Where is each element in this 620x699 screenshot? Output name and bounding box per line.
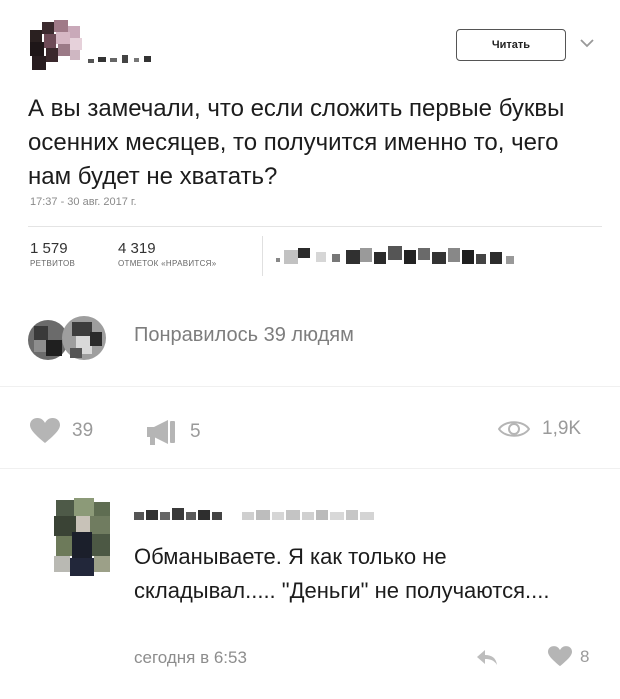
divider (0, 468, 620, 469)
retweet-label: РЕТВИТОВ (30, 259, 76, 268)
share-button[interactable]: 5 (146, 418, 201, 446)
likes-stat[interactable]: 4 319 ОТМЕТОК «НРАВИТСЯ» (118, 240, 216, 268)
comment-text: Обманываете. Я как только не складывал..… (134, 544, 550, 603)
heart-icon (548, 646, 572, 667)
liked-by-avatars[interactable] (28, 312, 110, 364)
views-counter: 1,9K (498, 418, 581, 440)
divider (0, 386, 620, 387)
heart-icon (30, 418, 60, 443)
commenter-avatar[interactable] (50, 498, 114, 576)
chevron-down-icon[interactable] (578, 36, 596, 50)
megaphone-icon (147, 420, 175, 445)
eye-icon (498, 421, 530, 437)
liked-by-text[interactable]: Понравилось 39 людям (134, 324, 354, 347)
comment-like-count: 8 (580, 646, 590, 666)
tweet-timestamp[interactable]: 17:37 - 30 авг. 2017 г. (30, 196, 137, 208)
like-count: 39 (72, 420, 94, 441)
comment-like-button[interactable]: 8 (548, 646, 589, 667)
like-button[interactable]: 39 (30, 418, 93, 444)
tweet-author-avatar[interactable] (30, 20, 86, 72)
retweet-count: 1 579 (30, 240, 68, 257)
tweet-text: А вы замечали, что если сложить первые б… (28, 95, 565, 190)
follow-button[interactable]: Читать (456, 29, 566, 61)
reply-icon[interactable] (476, 648, 498, 666)
likes-label: ОТМЕТОК «НРАВИТСЯ» (118, 259, 217, 268)
commenter-name-blurred[interactable] (134, 506, 394, 524)
tweet-author-name-blurred (88, 55, 151, 63)
views-count: 1,9K (542, 418, 582, 439)
divider (262, 236, 263, 276)
comment-time[interactable]: сегодня в 6:53 (134, 648, 247, 668)
liker-avatars-blurred[interactable] (276, 244, 546, 270)
divider (28, 226, 602, 227)
likes-count: 4 319 (118, 240, 156, 257)
share-count: 5 (190, 421, 201, 442)
retweet-stat[interactable]: 1 579 РЕТВИТОВ (30, 240, 75, 268)
